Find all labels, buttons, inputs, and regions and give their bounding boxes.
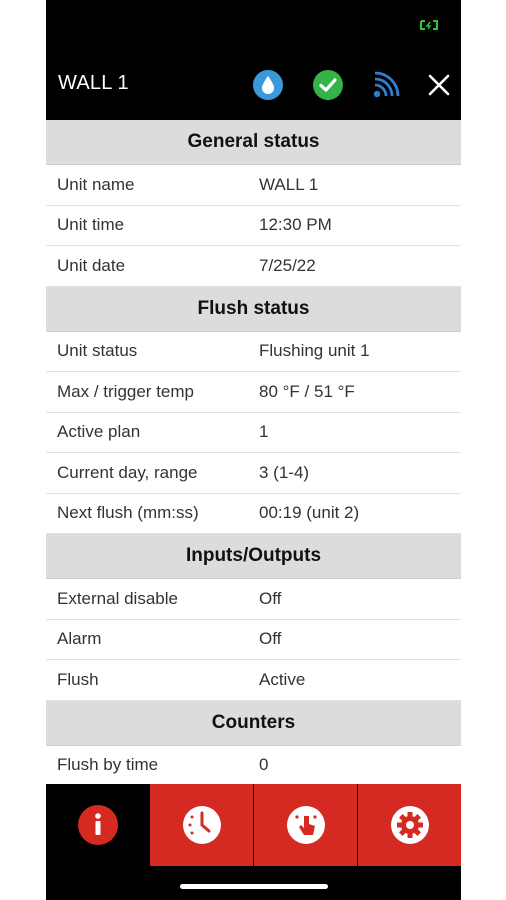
row-label: Unit time bbox=[57, 215, 125, 235]
section-general-status: General status bbox=[46, 120, 461, 165]
row-label: Unit date bbox=[57, 255, 126, 275]
table-row: Current day, range 3 (1-4) bbox=[46, 453, 461, 494]
tab-manual[interactable] bbox=[253, 784, 357, 866]
table-row: Flush Active bbox=[46, 660, 461, 701]
tab-info[interactable] bbox=[46, 784, 149, 866]
row-value: 0 bbox=[259, 755, 269, 775]
row-value: 80 °F / 51 °F bbox=[259, 381, 355, 401]
water-drop-icon[interactable] bbox=[251, 68, 285, 102]
row-value: Flushing unit 1 bbox=[259, 341, 370, 361]
row-value: Off bbox=[259, 588, 282, 608]
row-value: Active bbox=[259, 669, 306, 689]
clock-icon bbox=[182, 806, 221, 844]
row-label: Flush bbox=[57, 669, 99, 689]
row-value: 00:19 (unit 2) bbox=[259, 503, 360, 523]
row-value: 3 (1-4) bbox=[259, 462, 310, 482]
row-value: 12:30 PM bbox=[259, 215, 332, 235]
row-value: 7/25/22 bbox=[259, 255, 316, 275]
row-label: External disable bbox=[57, 588, 178, 608]
right-margin bbox=[461, 0, 506, 900]
left-margin bbox=[0, 0, 46, 900]
table-row: Active plan 1 bbox=[46, 413, 461, 453]
table-row: Flush by time 0 bbox=[46, 746, 461, 785]
close-icon[interactable] bbox=[422, 68, 456, 102]
table-row: Alarm Off bbox=[46, 620, 461, 660]
section-counters: Counters bbox=[46, 700, 461, 746]
row-value: WALL 1 bbox=[259, 174, 319, 194]
row-label: Current day, range bbox=[57, 462, 198, 482]
row-label: Unit name bbox=[57, 174, 135, 194]
table-row: Next flush (mm:ss) 00:19 (unit 2) bbox=[46, 494, 461, 534]
check-circle-icon[interactable] bbox=[311, 68, 345, 102]
touch-icon bbox=[286, 806, 325, 844]
gear-icon bbox=[390, 806, 429, 844]
battery-charging-icon bbox=[420, 20, 438, 30]
app-header: WALL 1 bbox=[46, 50, 461, 120]
table-row: Max / trigger temp 80 °F / 51 °F bbox=[46, 372, 461, 413]
row-label: Flush by time bbox=[57, 755, 159, 775]
info-icon bbox=[77, 805, 118, 845]
table-row: Unit time 12:30 PM bbox=[46, 206, 461, 246]
row-label: Alarm bbox=[57, 629, 102, 649]
table-row: Unit date 7/25/22 bbox=[46, 246, 461, 287]
row-label: Max / trigger temp bbox=[57, 381, 194, 401]
status-content: General status Unit name WALL 1 Unit tim… bbox=[46, 120, 461, 784]
table-row: Unit status Flushing unit 1 bbox=[46, 332, 461, 372]
tab-settings[interactable] bbox=[357, 784, 461, 866]
row-value: Off bbox=[259, 629, 282, 649]
home-indicator[interactable] bbox=[180, 884, 328, 889]
table-row: Unit name WALL 1 bbox=[46, 165, 461, 206]
row-label: Active plan bbox=[57, 422, 141, 442]
page-title: WALL 1 bbox=[58, 72, 129, 94]
bottom-tab-bar bbox=[46, 784, 461, 866]
status-bar bbox=[46, 0, 461, 50]
row-label: Unit status bbox=[57, 341, 138, 361]
signal-icon[interactable] bbox=[369, 68, 403, 102]
tab-schedule[interactable] bbox=[149, 784, 253, 866]
row-label: Next flush (mm:ss) bbox=[57, 503, 199, 523]
row-value: 1 bbox=[259, 422, 269, 442]
section-inputs-outputs: Inputs/Outputs bbox=[46, 534, 461, 579]
phone-screen: WALL 1 General status Unit name WALL 1 U… bbox=[46, 0, 461, 900]
section-flush-status: Flush status bbox=[46, 286, 461, 332]
table-row: External disable Off bbox=[46, 579, 461, 620]
